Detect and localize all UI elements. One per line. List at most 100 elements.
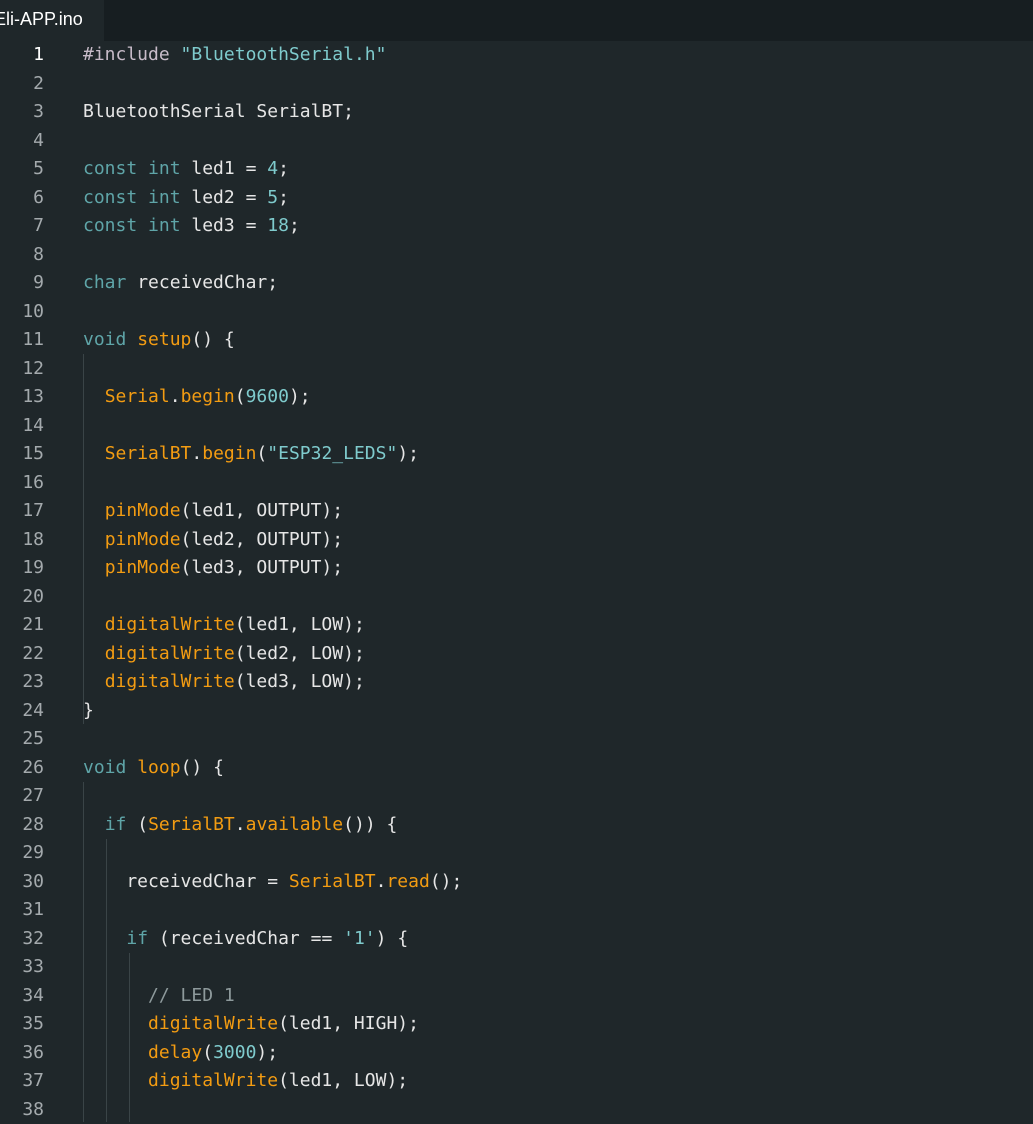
code-token: Serial xyxy=(105,386,170,407)
code-token: ); xyxy=(289,386,311,407)
code-token: available xyxy=(246,814,344,835)
code-line: 1 #include "BluetoothSerial.h" xyxy=(0,41,1033,70)
line-number: 30 xyxy=(0,868,44,897)
code-line: 14 xyxy=(0,412,1033,441)
code-token xyxy=(83,928,126,949)
code-line: 12 xyxy=(0,355,1033,384)
code-token: . xyxy=(191,443,202,464)
code-token: SerialBT xyxy=(289,871,376,892)
code-line: 27 xyxy=(0,782,1033,811)
code-token: led2 = xyxy=(181,187,268,208)
code-token: #include xyxy=(83,44,181,65)
code-token: begin xyxy=(202,443,256,464)
code-token: . xyxy=(235,814,246,835)
line-number: 5 xyxy=(0,155,44,184)
code-text: SerialBT.begin("ESP32_LEDS"); xyxy=(83,440,419,469)
code-line: 26void loop() { xyxy=(0,754,1033,783)
code-token xyxy=(83,443,105,464)
line-number: 36 xyxy=(0,1039,44,1068)
code-line: 20 xyxy=(0,583,1033,612)
code-token: if xyxy=(105,814,127,835)
code-token: pinMode xyxy=(105,529,181,550)
line-number: 1 xyxy=(0,41,44,70)
code-line: 13 Serial.begin(9600); xyxy=(0,383,1033,412)
code-token xyxy=(83,985,148,1006)
code-text: void loop() { xyxy=(83,754,224,783)
code-token: digitalWrite xyxy=(148,1070,278,1091)
code-token: void xyxy=(83,757,126,778)
code-text: const int led1 = 4; xyxy=(83,155,289,184)
code-token: char xyxy=(83,272,126,293)
code-token: setup xyxy=(137,329,191,350)
code-token: 4 xyxy=(267,158,278,179)
line-number: 4 xyxy=(0,127,44,156)
line-number: 34 xyxy=(0,982,44,1011)
code-token: } xyxy=(83,700,94,721)
code-line: 19 pinMode(led3, OUTPUT); xyxy=(0,554,1033,583)
line-number: 13 xyxy=(0,383,44,412)
code-line: 5 const int led1 = 4; xyxy=(0,155,1033,184)
code-token: 5 xyxy=(267,187,278,208)
code-token xyxy=(83,529,105,550)
code-token: int xyxy=(148,187,181,208)
line-number: 33 xyxy=(0,953,44,982)
code-text: digitalWrite(led2, LOW); xyxy=(83,640,365,669)
code-token xyxy=(83,814,105,835)
code-text: digitalWrite(led1, HIGH); xyxy=(83,1010,419,1039)
code-line: 22 digitalWrite(led2, LOW); xyxy=(0,640,1033,669)
code-token: ; xyxy=(289,215,300,236)
code-token: ( xyxy=(235,386,246,407)
line-number: 29 xyxy=(0,839,44,868)
line-number: 20 xyxy=(0,583,44,612)
code-token: 18 xyxy=(267,215,289,236)
code-token: (led1, HIGH); xyxy=(278,1013,419,1034)
code-token xyxy=(126,757,137,778)
line-number: 18 xyxy=(0,526,44,555)
line-number: 25 xyxy=(0,725,44,754)
code-token: pinMode xyxy=(105,500,181,521)
line-number: 15 xyxy=(0,440,44,469)
code-token: loop xyxy=(137,757,180,778)
line-number: 21 xyxy=(0,611,44,640)
code-token: const xyxy=(83,215,137,236)
code-token xyxy=(137,158,148,179)
code-token: (led2, OUTPUT); xyxy=(181,529,344,550)
code-line: 31 xyxy=(0,896,1033,925)
code-line: 37 digitalWrite(led1, LOW); xyxy=(0,1067,1033,1096)
code-line: 17 pinMode(led1, OUTPUT); xyxy=(0,497,1033,526)
code-text: char receivedChar; xyxy=(83,269,278,298)
code-token: BluetoothSerial SerialBT; xyxy=(83,101,354,122)
code-token xyxy=(83,500,105,521)
line-number: 12 xyxy=(0,355,44,384)
code-line: 21 digitalWrite(led1, LOW); xyxy=(0,611,1033,640)
code-token xyxy=(83,1013,148,1034)
code-text: #include "BluetoothSerial.h" xyxy=(83,41,386,70)
line-number: 6 xyxy=(0,184,44,213)
line-number: 37 xyxy=(0,1067,44,1096)
code-editor[interactable]: 1#include "BluetoothSerial.h"23Bluetooth… xyxy=(0,41,1033,1111)
code-token: (); xyxy=(430,871,463,892)
code-token: ); xyxy=(256,1042,278,1063)
code-token: ()) { xyxy=(343,814,397,835)
code-token: begin xyxy=(181,386,235,407)
line-number: 35 xyxy=(0,1010,44,1039)
code-line: 10 xyxy=(0,298,1033,327)
line-number: 24 xyxy=(0,697,44,726)
line-number: 8 xyxy=(0,241,44,270)
code-line: 29 xyxy=(0,839,1033,868)
code-text: delay(3000); xyxy=(83,1039,278,1068)
code-token: ( xyxy=(126,814,148,835)
code-token: const xyxy=(83,187,137,208)
code-token: (led1, LOW); xyxy=(235,614,365,635)
code-token xyxy=(83,1042,148,1063)
code-token: digitalWrite xyxy=(105,614,235,635)
line-number: 22 xyxy=(0,640,44,669)
code-line: 4 xyxy=(0,127,1033,156)
code-line: 38 xyxy=(0,1096,1033,1124)
code-text: } xyxy=(83,697,94,726)
code-line: 30 receivedChar = SerialBT.read(); xyxy=(0,868,1033,897)
code-text: pinMode(led2, OUTPUT); xyxy=(83,526,343,555)
code-token xyxy=(137,215,148,236)
tab-file[interactable]: Eli-APP.ino xyxy=(0,0,104,41)
line-number: 2 xyxy=(0,70,44,99)
